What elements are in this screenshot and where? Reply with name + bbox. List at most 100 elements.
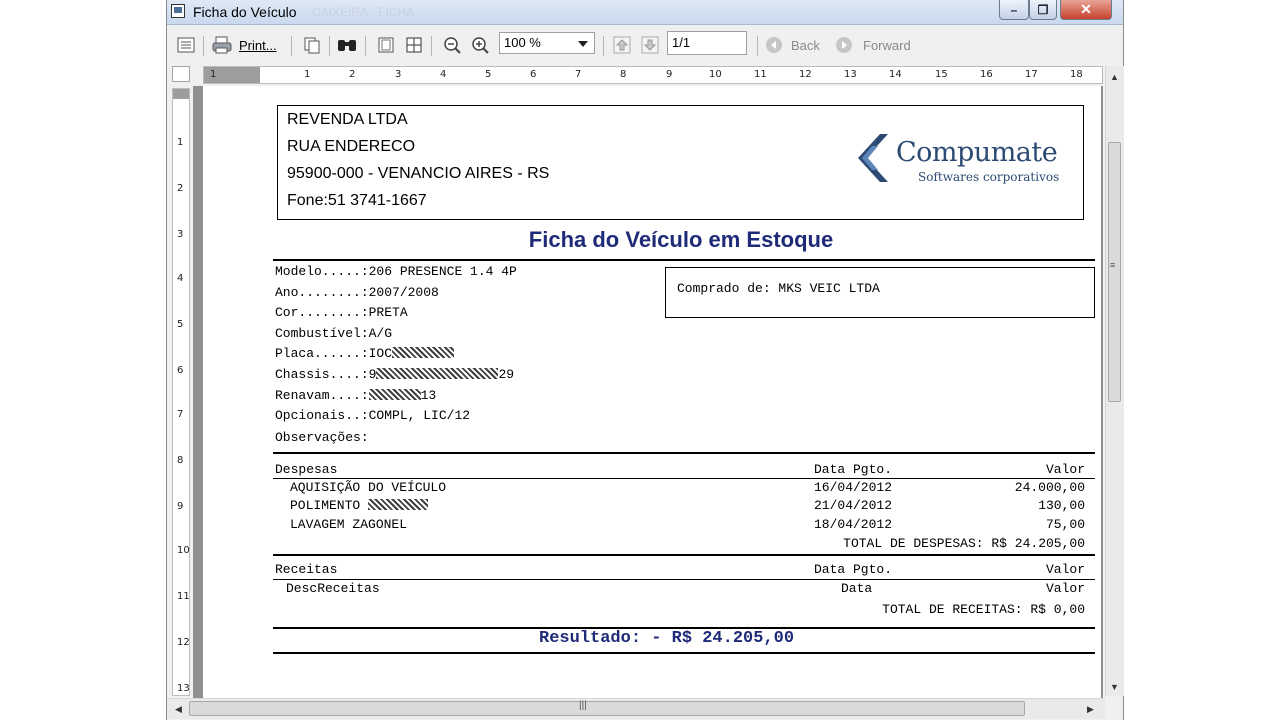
outline-icon <box>177 37 195 53</box>
print-button[interactable]: Print... <box>211 33 285 57</box>
back-button[interactable]: Back <box>765 33 827 57</box>
find-button[interactable] <box>335 33 359 57</box>
scroll-right-icon[interactable]: ▶ <box>1087 704 1094 715</box>
expenses-header-date: Data Pgto. <box>814 462 893 477</box>
revenue-value: Valor <box>1045 581 1085 596</box>
zoom-in-button[interactable] <box>469 33 491 57</box>
ruler-mark: 14 <box>889 69 902 80</box>
field-label: Renavam....: <box>275 388 369 403</box>
ruler-mark: 2 <box>177 183 184 194</box>
forward-button[interactable]: Forward <box>835 33 915 57</box>
expense-date: 21/04/2012 <box>814 498 893 513</box>
divider <box>273 259 1095 261</box>
ruler-mark: 10 <box>709 69 722 80</box>
field-value: A/G <box>368 326 393 341</box>
vertical-scroll-thumb[interactable] <box>1108 142 1121 402</box>
field-value-suffix: 13 <box>420 388 437 403</box>
back-arrow-icon <box>766 37 782 53</box>
ruler-mark: 11 <box>754 69 767 80</box>
vehicle-field-year: Ano........:2007/2008 <box>275 285 439 300</box>
revenues-total: TOTAL DE RECEITAS: R$ 0,00 <box>882 602 1085 617</box>
expense-date: 16/04/2012 <box>814 480 893 495</box>
logo-name: Compumate <box>896 137 1058 168</box>
expense-desc: LAVAGEM ZAGONEL <box>290 517 408 532</box>
compumate-logo-icon <box>858 134 888 182</box>
ruler-mark: 17 <box>1025 69 1038 80</box>
vertical-scrollbar[interactable]: ▲ ≡ ▼ <box>1105 66 1124 696</box>
field-label: Ano........: <box>275 285 369 300</box>
next-page-button[interactable] <box>639 33 661 57</box>
maximize-button[interactable]: ❐ <box>1029 0 1057 20</box>
field-value: COMPL, LIC/12 <box>368 408 471 423</box>
ruler-mark: 12 <box>177 637 190 648</box>
ruler-mark: 12 <box>799 69 812 80</box>
ruler-mark: 15 <box>935 69 948 80</box>
field-label: Chassis....: <box>275 367 369 382</box>
field-value: 9 <box>368 367 377 382</box>
chevron-down-icon <box>578 41 588 47</box>
app-icon <box>171 4 185 18</box>
binoculars-icon <box>338 40 356 51</box>
report-viewport[interactable]: REVENDA LTDA RUA ENDERECO 95900-000 - VE… <box>193 86 1103 698</box>
redacted-mark <box>368 499 429 510</box>
revenues-header-date: Data Pgto. <box>814 562 893 577</box>
vehicle-field-color: Cor........:PRETA <box>275 305 408 320</box>
scroll-down-icon[interactable]: ▼ <box>1110 682 1119 692</box>
field-label: Modelo.....: <box>275 264 369 279</box>
prev-page-button[interactable] <box>611 33 633 57</box>
field-label: Opcionais..: <box>275 408 369 423</box>
field-value: 206 PRESENCE 1.4 4P <box>368 264 517 279</box>
expenses-header-value: Valor <box>1045 462 1085 477</box>
grip-icon: ||| <box>579 700 587 711</box>
divider <box>273 452 1095 454</box>
field-value-suffix: 29 <box>498 367 515 382</box>
toolbar: Print... 100 % 1/1 Back Forward <box>167 26 1123 64</box>
zoom-value: 100 % <box>504 35 541 50</box>
company-city: 95900-000 - VENANCIO AIRES - RS <box>287 165 550 182</box>
revenue-date: Data <box>841 581 873 596</box>
field-label: Observações: <box>275 430 369 445</box>
ruler-mark: 1 <box>177 137 184 148</box>
ruler-mark: 7 <box>177 409 184 420</box>
single-page-button[interactable] <box>375 33 397 57</box>
buyer-box: Comprado de: MKS VEIC LTDA <box>665 267 1095 318</box>
ruler-mark: 7 <box>575 69 582 80</box>
minimize-button[interactable]: – <box>999 0 1029 20</box>
report-title: Ficha do Veículo em Estoque <box>528 227 834 252</box>
single-page-icon <box>378 37 394 53</box>
company-name: REVENDA LTDA <box>287 111 408 128</box>
vertical-ruler: 1 2 3 4 5 6 7 8 9 10 11 12 13 <box>172 88 190 696</box>
zoom-out-button[interactable] <box>441 33 463 57</box>
horizontal-scrollbar[interactable]: ◀ ||| ▶ <box>167 698 1105 719</box>
outline-toggle-button[interactable] <box>175 33 197 57</box>
ruler-mark: 4 <box>177 273 184 284</box>
copy-button[interactable] <box>301 33 323 57</box>
grip-icon: ≡ <box>1110 260 1116 270</box>
field-value: PRETA <box>368 305 408 320</box>
scroll-left-icon[interactable]: ◀ <box>175 704 182 715</box>
expenses-total: TOTAL DE DESPESAS: R$ 24.205,00 <box>843 536 1085 551</box>
revenue-desc: DescReceitas <box>286 581 380 596</box>
expense-desc: AQUISIÇÃO DO VEÍCULO <box>290 480 447 495</box>
page-number-input[interactable]: 1/1 <box>667 31 747 55</box>
ruler-mark: 10 <box>177 545 190 556</box>
ruler-mark: 6 <box>530 69 537 80</box>
field-value: 2007/2008 <box>368 285 439 300</box>
field-label: Cor........: <box>275 305 369 320</box>
zoom-select[interactable]: 100 % <box>499 32 595 54</box>
report-page: REVENDA LTDA RUA ENDERECO 95900-000 - VE… <box>203 86 1101 698</box>
window-title-ghost: CAIXEIRA - FICHA <box>312 5 415 19</box>
ruler-corner <box>172 66 190 82</box>
ruler-mark: 1 <box>210 69 217 80</box>
divider <box>273 554 1095 556</box>
scroll-up-icon[interactable]: ▲ <box>1110 72 1119 82</box>
window-title: Ficha do Veículo <box>193 4 297 20</box>
buyer-text: Comprado de: MKS VEIC LTDA <box>677 281 880 296</box>
title-bar[interactable]: Ficha do Veículo CAIXEIRA - FICHA – ❐ ✕ <box>167 0 1123 25</box>
vehicle-field-model: Modelo.....:206 PRESENCE 1.4 4P <box>275 264 517 279</box>
vehicle-field-fuel: Combustível:A/G <box>275 326 392 341</box>
multi-page-button[interactable] <box>403 33 425 57</box>
close-button[interactable]: ✕ <box>1060 0 1112 20</box>
horizontal-scroll-thumb[interactable] <box>189 701 1025 716</box>
ruler-mark: 11 <box>177 591 190 602</box>
